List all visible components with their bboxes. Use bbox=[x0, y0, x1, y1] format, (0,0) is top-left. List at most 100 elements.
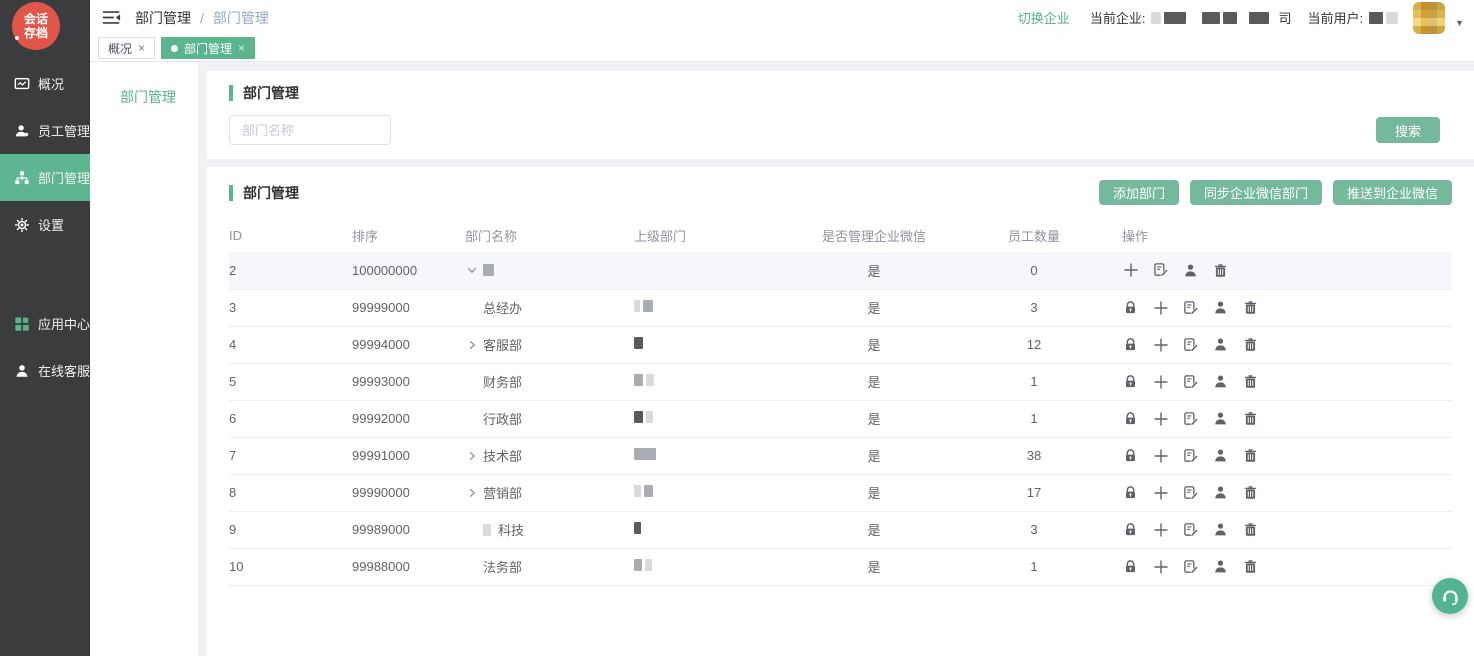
add-child-icon[interactable] bbox=[1152, 410, 1169, 427]
lock-icon[interactable] bbox=[1122, 558, 1139, 575]
members-icon[interactable] bbox=[1212, 484, 1229, 501]
edit-icon[interactable] bbox=[1152, 262, 1169, 279]
cell-employee-count: 12 bbox=[984, 326, 1084, 363]
delete-icon[interactable] bbox=[1242, 410, 1259, 427]
members-icon[interactable] bbox=[1212, 299, 1229, 316]
sidebar-item-overview[interactable]: 概况 bbox=[0, 60, 90, 107]
members-icon[interactable] bbox=[1182, 262, 1199, 279]
members-icon[interactable] bbox=[1212, 410, 1229, 427]
add-child-icon[interactable] bbox=[1122, 262, 1139, 279]
cell-manage-wechat: 是 bbox=[764, 400, 984, 437]
tab-部门管理[interactable]: 部门管理× bbox=[161, 37, 255, 59]
members-icon[interactable] bbox=[1212, 558, 1229, 575]
members-icon[interactable] bbox=[1212, 447, 1229, 464]
lock-icon[interactable] bbox=[1122, 373, 1139, 390]
table-row: 699992000行政部是1 bbox=[229, 400, 1452, 437]
expand-right-icon[interactable] bbox=[465, 338, 479, 352]
edit-icon[interactable] bbox=[1182, 447, 1199, 464]
lock-icon[interactable] bbox=[1122, 484, 1139, 501]
add-child-icon[interactable] bbox=[1152, 336, 1169, 353]
lock-icon[interactable] bbox=[1122, 336, 1139, 353]
customer-service-button[interactable] bbox=[1432, 578, 1468, 614]
delete-icon[interactable] bbox=[1242, 521, 1259, 538]
cell-parent-department bbox=[634, 252, 764, 289]
edit-icon[interactable] bbox=[1182, 484, 1199, 501]
sync-wecom-departments-button[interactable]: 同步企业微信部门 bbox=[1190, 180, 1322, 205]
push-to-wecom-button[interactable]: 推送到企业微信 bbox=[1333, 180, 1452, 205]
edit-icon[interactable] bbox=[1182, 521, 1199, 538]
table-row: 599993000财务部是1 bbox=[229, 363, 1452, 400]
sidebar-item-employees[interactable]: 员工管理 bbox=[0, 107, 90, 154]
expand-down-icon[interactable] bbox=[465, 263, 479, 277]
cell-employee-count: 3 bbox=[984, 511, 1084, 548]
department-name-input[interactable] bbox=[229, 115, 391, 145]
cell-parent-department bbox=[634, 289, 764, 326]
cell-sort: 99990000 bbox=[352, 474, 465, 511]
delete-icon[interactable] bbox=[1242, 447, 1259, 464]
expand-right-icon[interactable] bbox=[465, 449, 479, 463]
search-button[interactable]: 搜索 bbox=[1376, 117, 1440, 143]
lock-icon[interactable] bbox=[1122, 410, 1139, 427]
edit-icon[interactable] bbox=[1182, 373, 1199, 390]
content: 部门管理 部门管理 搜索 bbox=[90, 62, 1474, 656]
chevron-down-icon[interactable]: ▼ bbox=[1455, 18, 1464, 34]
table-row: 499994000客服部是12 bbox=[229, 326, 1452, 363]
members-icon[interactable] bbox=[1212, 521, 1229, 538]
edit-icon[interactable] bbox=[1182, 558, 1199, 575]
add-child-icon[interactable] bbox=[1152, 558, 1169, 575]
sidebar-item-apps[interactable]: 应用中心 bbox=[0, 300, 90, 347]
cell-id: 4 bbox=[229, 326, 352, 363]
add-child-icon[interactable] bbox=[1152, 299, 1169, 316]
lock-icon[interactable] bbox=[1122, 299, 1139, 316]
edit-icon[interactable] bbox=[1182, 299, 1199, 316]
lock-icon[interactable] bbox=[1122, 521, 1139, 538]
delete-icon[interactable] bbox=[1242, 484, 1259, 501]
add-child-icon[interactable] bbox=[1152, 484, 1169, 501]
edit-icon[interactable] bbox=[1182, 336, 1199, 353]
sidebar-item-settings[interactable]: 设置 bbox=[0, 201, 90, 248]
breadcrumb-parent[interactable]: 部门管理 bbox=[135, 8, 191, 28]
delete-icon[interactable] bbox=[1242, 558, 1259, 575]
members-icon[interactable] bbox=[1212, 336, 1229, 353]
add-child-icon[interactable] bbox=[1152, 521, 1169, 538]
headset-icon bbox=[1440, 586, 1461, 607]
delete-icon[interactable] bbox=[1242, 336, 1259, 353]
add-department-button[interactable]: 添加部门 bbox=[1099, 180, 1179, 205]
cell-manage-wechat: 是 bbox=[764, 252, 984, 289]
switch-company-link[interactable]: 切换企业 bbox=[1018, 8, 1070, 27]
sidebar-nav: 概况员工管理部门管理设置应用中心在线客服 bbox=[0, 60, 90, 394]
delete-icon[interactable] bbox=[1242, 373, 1259, 390]
members-icon[interactable] bbox=[1212, 373, 1229, 390]
collapse-sidebar-icon[interactable] bbox=[102, 9, 121, 26]
delete-icon[interactable] bbox=[1242, 299, 1259, 316]
close-icon[interactable]: × bbox=[238, 41, 245, 55]
table-card-title: 部门管理 bbox=[229, 183, 299, 203]
add-child-icon[interactable] bbox=[1152, 447, 1169, 464]
cell-sort: 99988000 bbox=[352, 548, 465, 585]
table-row: 899990000营销部是17 bbox=[229, 474, 1452, 511]
user-avatar[interactable] bbox=[1413, 2, 1445, 34]
cell-id: 6 bbox=[229, 400, 352, 437]
expand-spacer bbox=[465, 301, 479, 315]
sidebar-item-departments[interactable]: 部门管理 bbox=[0, 154, 90, 201]
expand-right-icon[interactable] bbox=[465, 486, 479, 500]
cell-parent-department bbox=[634, 326, 764, 363]
filter-card: 部门管理 搜索 bbox=[207, 71, 1474, 159]
delete-icon[interactable] bbox=[1212, 262, 1229, 279]
edit-icon[interactable] bbox=[1182, 410, 1199, 427]
sidebar-item-service[interactable]: 在线客服 bbox=[0, 347, 90, 394]
department-name: 法务部 bbox=[483, 557, 522, 576]
app-logo: 会话 存档 bbox=[12, 2, 60, 50]
subsidebar-item-部门管理[interactable]: 部门管理 bbox=[90, 87, 198, 107]
tab-概况[interactable]: 概况× bbox=[98, 37, 155, 59]
redacted-company-name bbox=[1151, 12, 1272, 24]
close-icon[interactable]: × bbox=[138, 41, 145, 55]
redacted-parent-department bbox=[634, 485, 656, 497]
cell-id: 3 bbox=[229, 289, 352, 326]
add-child-icon[interactable] bbox=[1152, 373, 1169, 390]
cell-operations bbox=[1084, 511, 1452, 548]
column-header: 排序 bbox=[352, 218, 465, 252]
employees-icon bbox=[13, 122, 30, 139]
cell-sort: 99991000 bbox=[352, 437, 465, 474]
lock-icon[interactable] bbox=[1122, 447, 1139, 464]
